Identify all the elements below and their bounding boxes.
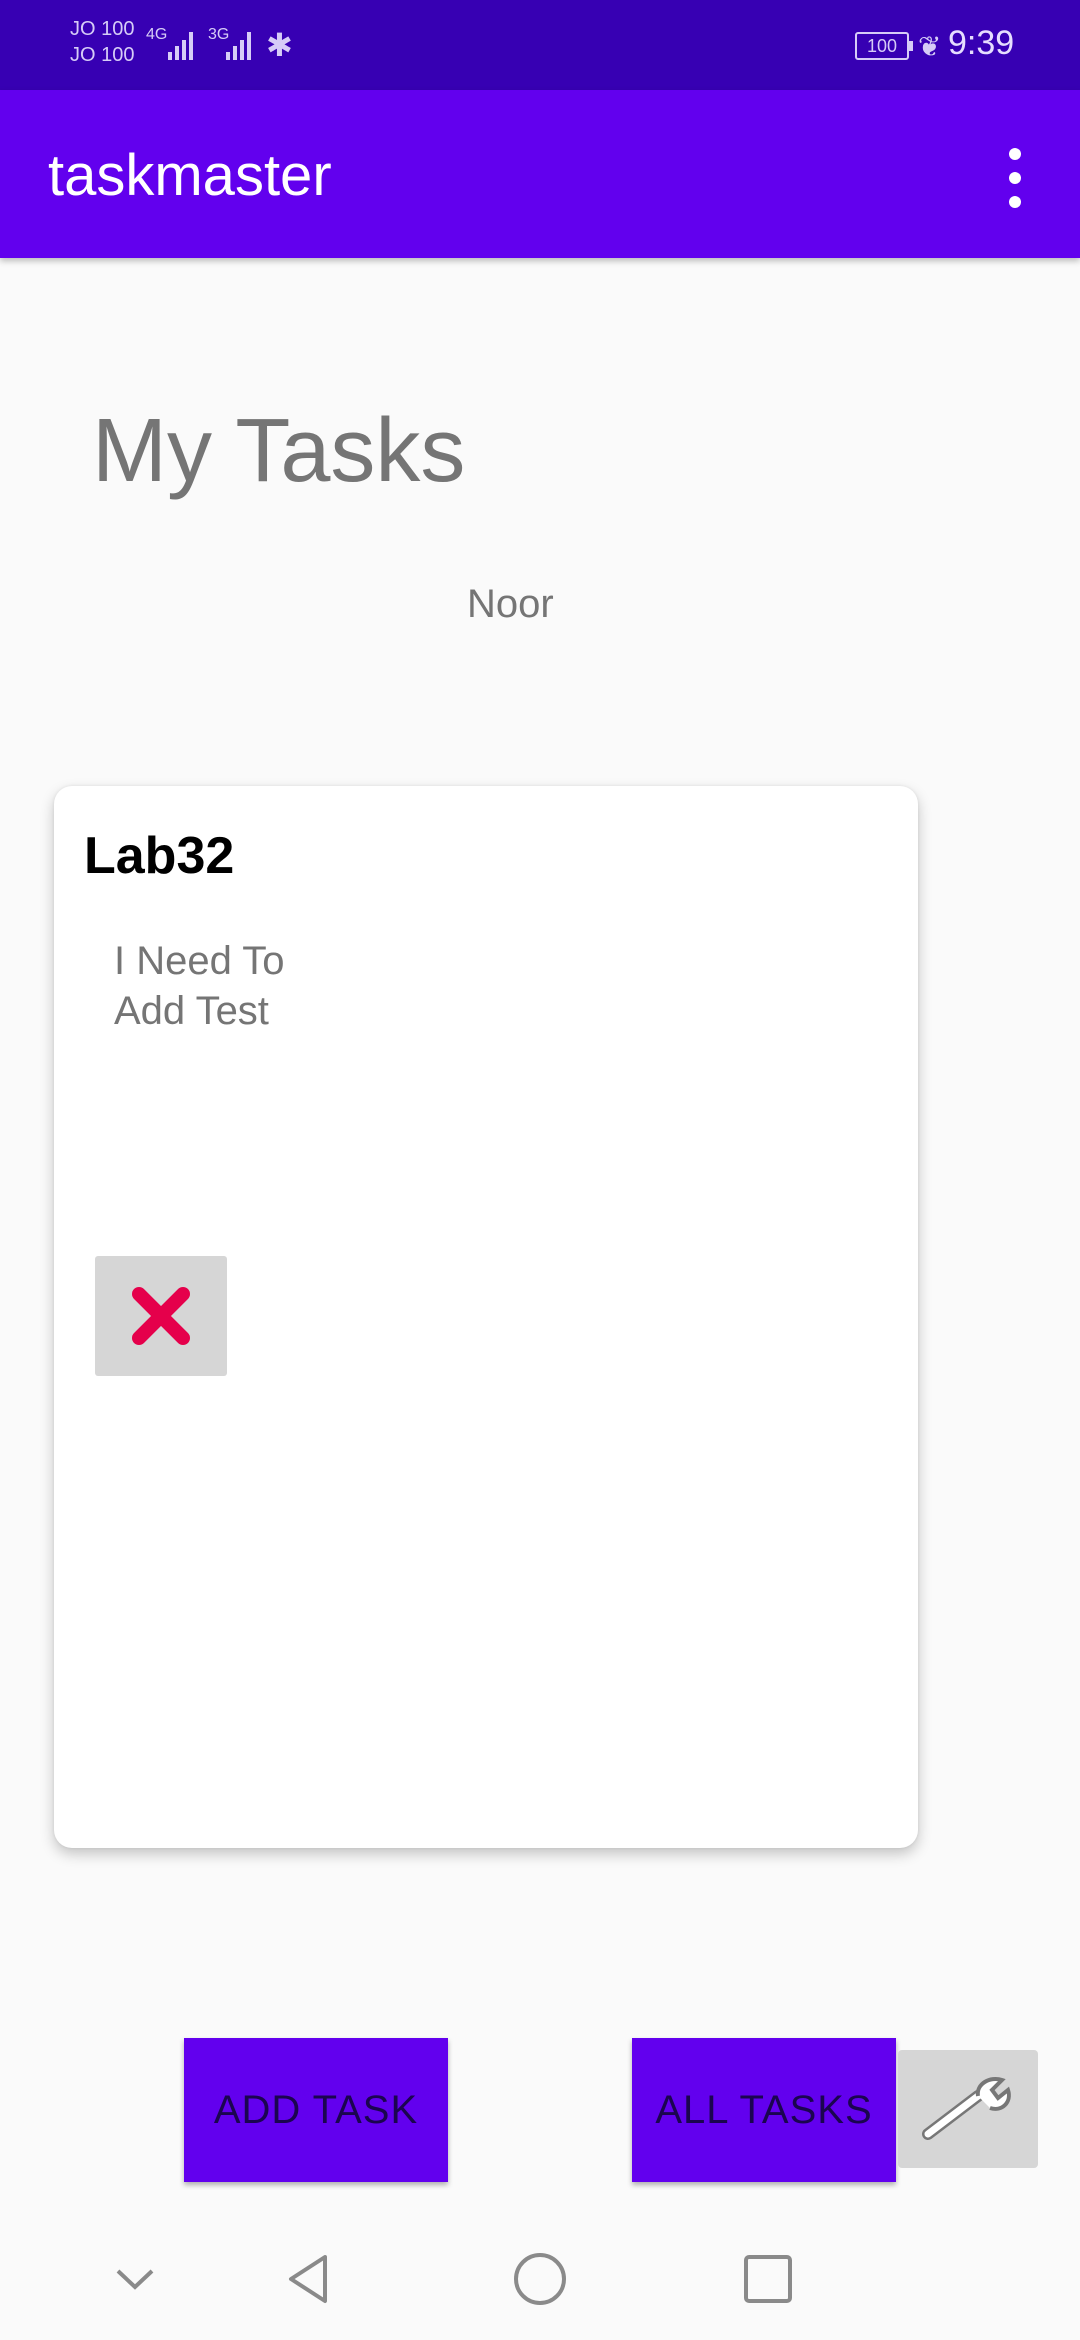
flower-icon: ✱ [266, 27, 293, 63]
page-title: My Tasks [92, 401, 466, 501]
carrier-2: JO 100 [70, 44, 135, 66]
network-type-1: 4G [146, 26, 168, 43]
more-vert-icon[interactable] [1000, 148, 1030, 208]
app-title: taskmaster [48, 143, 332, 208]
all-tasks-button[interactable]: ALL TASKS [632, 2038, 896, 2182]
signal-1-icon [168, 28, 193, 60]
carrier-1: JO 100 [70, 18, 135, 40]
home-circle-icon[interactable] [505, 2244, 575, 2314]
app-bar: taskmaster [0, 90, 1080, 258]
wrench-icon [922, 2077, 1011, 2140]
leaf-icon: ❦ [918, 31, 942, 62]
chevron-down-icon[interactable] [100, 2244, 170, 2314]
close-icon [132, 1287, 190, 1345]
carrier-info: JO 100 JO 100 [70, 16, 134, 68]
task-title: Lab32 [84, 827, 235, 885]
settings-button[interactable] [898, 2050, 1038, 2168]
add-task-button[interactable]: ADD TASK [184, 2038, 448, 2182]
task-body: I Need To Add Test [114, 939, 285, 1033]
battery-icon: 100 [855, 32, 913, 60]
system-nav-bar [0, 2214, 1080, 2340]
back-triangle-icon[interactable] [274, 2244, 344, 2314]
delete-task-button[interactable] [95, 1256, 227, 1376]
status-bar: JO 100 JO 100 4G 3G ✱ 100 ❦ 9:39 [0, 0, 1080, 90]
task-card[interactable]: Lab32 I Need To Add Test [54, 786, 918, 1848]
recents-square-icon[interactable] [733, 2244, 803, 2314]
user-name: Noor [467, 582, 554, 626]
battery-level: 100 [866, 36, 898, 56]
status-time: 9:39 [948, 24, 1015, 62]
signal-2-icon [226, 28, 251, 60]
